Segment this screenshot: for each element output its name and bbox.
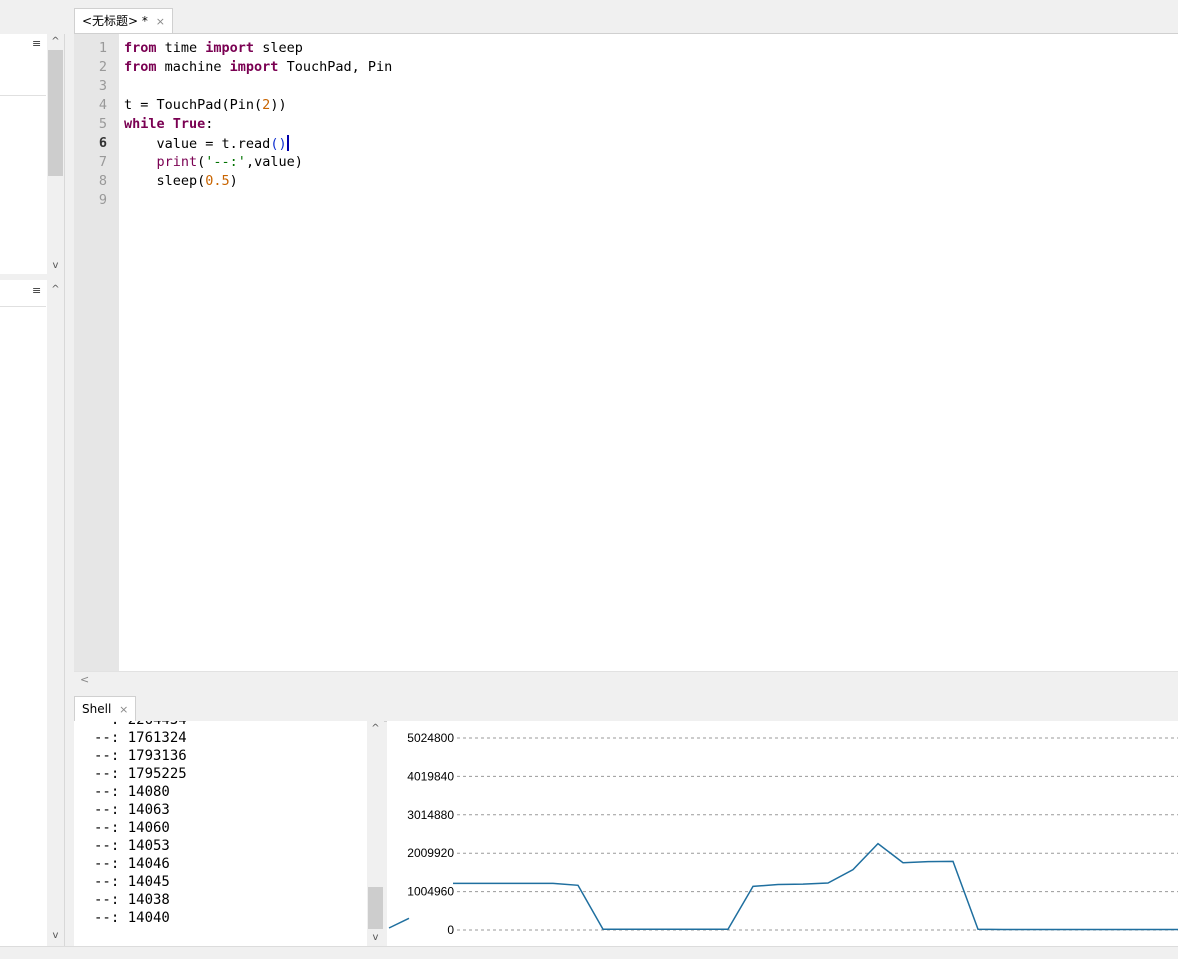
code-token: machine bbox=[156, 59, 230, 75]
shell-tab-title: Shell bbox=[82, 702, 112, 716]
code-line[interactable]: sleep(0.5) bbox=[124, 173, 238, 189]
scroll-up-icon[interactable]: ^ bbox=[47, 282, 64, 298]
scroll-down-icon[interactable]: v bbox=[47, 258, 64, 274]
code-token: print bbox=[156, 154, 198, 170]
code-token: import bbox=[205, 40, 255, 56]
code-token: 0.5 bbox=[205, 173, 230, 189]
scroll-thumb[interactable] bbox=[48, 50, 63, 176]
shell-line: --: 14045 bbox=[94, 874, 170, 890]
editor-tab-title: <无标题> * bbox=[82, 14, 148, 28]
code-token: '--:' bbox=[205, 154, 246, 170]
code-token: ,value) bbox=[245, 154, 303, 170]
plotter-chart: 5024800 4019840 3014880 2009920 1004960 0 bbox=[388, 731, 1178, 937]
code-token: TouchPad, Pin bbox=[278, 59, 393, 75]
scroll-down-icon[interactable]: v bbox=[367, 930, 384, 946]
panel-divider bbox=[0, 306, 46, 307]
editor-tabbar: <无标题> * × bbox=[74, 8, 1178, 34]
code-line[interactable]: value = t.read() bbox=[124, 135, 289, 152]
code-token: from bbox=[124, 40, 157, 56]
code-token: () bbox=[270, 136, 287, 152]
editor-horizontal-scrollbar[interactable]: < bbox=[74, 671, 1178, 688]
code-line[interactable]: print('--:',value) bbox=[124, 154, 303, 170]
scroll-thumb[interactable] bbox=[368, 887, 383, 929]
status-bar bbox=[0, 946, 1178, 959]
line-number: 3 bbox=[98, 78, 107, 94]
y-tick-label: 5024800 bbox=[407, 731, 454, 745]
line-number: 7 bbox=[98, 154, 107, 170]
code-line[interactable]: t = TouchPad(Pin(2)) bbox=[124, 97, 287, 113]
shell-line: --: 14063 bbox=[94, 802, 170, 818]
panel-menu-icon[interactable]: ≡ bbox=[32, 284, 41, 297]
bottom-panel: ≡ ^ v bbox=[0, 280, 64, 946]
editor-tab[interactable]: <无标题> * × bbox=[74, 8, 173, 33]
code-line[interactable]: from time import sleep bbox=[124, 40, 303, 56]
shell-line: --: 14060 bbox=[94, 820, 170, 836]
shell-tab[interactable]: Shell × bbox=[74, 696, 137, 721]
code-editor[interactable]: 123456789 from time import sleep from mac… bbox=[74, 33, 1178, 672]
line-number: 6 bbox=[98, 135, 107, 151]
y-tick-label: 4019840 bbox=[407, 769, 454, 783]
series-line bbox=[453, 842, 1178, 931]
line-number-gutter: 1 2 3 4 5 6 7 8 9 bbox=[74, 34, 119, 672]
shell-line: --: 14040 bbox=[94, 910, 170, 926]
left-side-panels: ≡ ^ v ≡ ^ v bbox=[0, 34, 65, 946]
close-icon[interactable]: × bbox=[156, 15, 165, 28]
code-token: True bbox=[172, 116, 206, 132]
line-number: 2 bbox=[98, 59, 107, 75]
scroll-left-icon[interactable]: < bbox=[80, 672, 89, 687]
line-number: 9 bbox=[98, 192, 107, 208]
line-number: 1 bbox=[98, 40, 107, 56]
y-tick-label: 3014880 bbox=[407, 808, 454, 822]
top-panel: ≡ ^ v bbox=[0, 34, 64, 274]
code-token: time bbox=[156, 40, 206, 56]
code-token: from bbox=[124, 59, 157, 75]
bottom-panel-scrollbar[interactable]: ^ v bbox=[47, 280, 64, 946]
shell-line: --: 1793136 bbox=[94, 748, 187, 764]
shell-scrollbar[interactable]: ^ v bbox=[367, 721, 384, 946]
shell-line: --: 2264434 bbox=[94, 721, 187, 728]
code-token: sleep bbox=[254, 40, 303, 56]
line-number: 4 bbox=[98, 97, 107, 113]
code-line[interactable]: while True: bbox=[124, 116, 213, 132]
shell-line: --: 14080 bbox=[94, 784, 170, 800]
y-tick-label: 1004960 bbox=[407, 885, 454, 899]
close-icon[interactable]: × bbox=[119, 703, 128, 716]
line-number: 5 bbox=[98, 116, 107, 132]
code-token: ) bbox=[229, 173, 238, 189]
code-token: : bbox=[205, 116, 214, 132]
plotter: 5024800 4019840 3014880 2009920 1004960 0 bbox=[387, 721, 1178, 946]
shell-line: --: 1761324 bbox=[94, 730, 187, 746]
code-token: while bbox=[124, 116, 165, 132]
code-token: t = TouchPad(Pin( bbox=[124, 97, 263, 113]
shell-line: --: 14046 bbox=[94, 856, 170, 872]
line-number: 8 bbox=[98, 173, 107, 189]
code-line[interactable]: from machine import TouchPad, Pin bbox=[124, 59, 392, 75]
scroll-up-icon[interactable]: ^ bbox=[367, 721, 384, 737]
shell-tabbar: Shell × bbox=[74, 696, 1178, 722]
shell-line: --: 14038 bbox=[94, 892, 170, 908]
scroll-down-icon[interactable]: v bbox=[47, 928, 64, 944]
code-token: )) bbox=[270, 97, 287, 113]
shell-line: --: 1795225 bbox=[94, 766, 187, 782]
panel-divider bbox=[0, 95, 46, 96]
code-token: value = t.read bbox=[124, 136, 271, 152]
scroll-up-icon[interactable]: ^ bbox=[47, 34, 64, 50]
panel-menu-icon[interactable]: ≡ bbox=[32, 37, 41, 50]
shell-line: --: 14053 bbox=[94, 838, 170, 854]
shell-output[interactable]: --: 2264434 --: 1761324 --: 1793136 --: 179… bbox=[74, 721, 367, 946]
code-token: import bbox=[229, 59, 279, 75]
code-token: sleep( bbox=[124, 173, 206, 189]
series-line-fragment bbox=[388, 917, 410, 929]
y-tick-label: 2009920 bbox=[407, 846, 454, 860]
text-cursor bbox=[286, 135, 289, 151]
y-tick-label: 0 bbox=[447, 923, 454, 937]
top-panel-scrollbar[interactable]: ^ v bbox=[47, 34, 64, 274]
